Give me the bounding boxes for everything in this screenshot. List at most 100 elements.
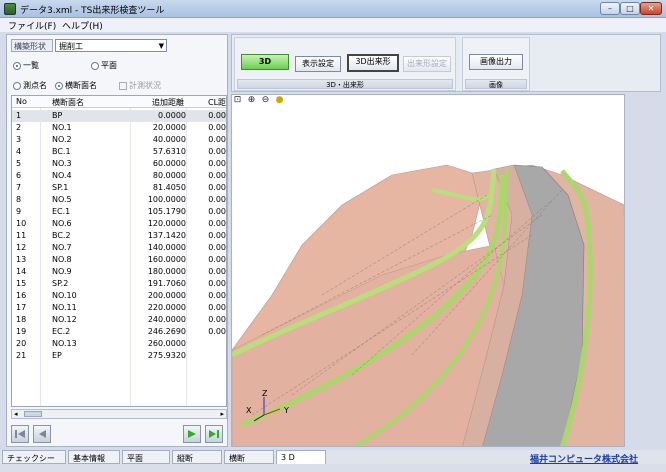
table-row[interactable]: 9 EC.1 105.1790 0.00 [12, 206, 226, 218]
last-button[interactable] [205, 425, 223, 443]
light-icon[interactable]: ● [274, 95, 285, 106]
fit-icon[interactable]: ⊡ [232, 95, 243, 106]
table-row[interactable]: 13 NO.8 160.0000 0.00 [12, 254, 226, 266]
display-settings-button[interactable]: 表示設定 [295, 56, 341, 72]
table-cell: 8 [16, 195, 22, 204]
table-cell: 160.0000 [147, 255, 186, 264]
table-row[interactable]: 7 SP.1 81.4050 0.00 [12, 182, 226, 194]
table-cell: 240.0000 [147, 315, 186, 324]
menu-help[interactable]: ヘルプ(H) [62, 19, 103, 32]
table-row[interactable]: 21 EP 275.9320 [12, 350, 226, 362]
table-cell: NO.4 [52, 171, 72, 180]
header-added-distance[interactable]: 追加距離 [152, 97, 184, 108]
table-cell: 0.00 [208, 147, 226, 156]
table-cell: 0.00 [208, 159, 226, 168]
measure-status-checkbox[interactable]: 計測状況 [119, 80, 161, 91]
tab-cross-section[interactable]: 横断 [224, 450, 274, 464]
table-cell: 18 [16, 315, 27, 324]
table-row[interactable]: 10 NO.6 120.0000 0.00 [12, 218, 226, 230]
table-row[interactable]: 4 BC.1 57.6310 0.00 [12, 146, 226, 158]
horizontal-scrollbar[interactable]: ◂ ▸ [11, 409, 227, 419]
zoom-out-icon[interactable]: ⊖ [260, 95, 271, 106]
checkbox-box [119, 81, 127, 90]
3d-viewport[interactable]: X Y Z [231, 94, 625, 447]
image-output-button[interactable]: 画像出力 [469, 54, 523, 70]
menu-bar: ファイル(F) ヘルプ(H) [0, 18, 666, 32]
radio-label: 一覧 [23, 61, 39, 70]
radio-plan-view[interactable]: 平面 [91, 60, 117, 71]
header-no[interactable]: No [16, 97, 27, 106]
dekigata-3d-button[interactable]: 3D出来形 [347, 54, 399, 72]
scroll-left-icon[interactable]: ◂ [14, 410, 18, 418]
type-select[interactable]: 掘削工 ▼ [55, 39, 167, 52]
table-cell: 0.00 [208, 315, 226, 324]
table-row[interactable]: 12 NO.7 140.0000 0.00 [12, 242, 226, 254]
toolbar: 3D 表示設定 3D出来形 出来形設定 3D・出来形 画像出力 画像 [231, 34, 661, 92]
3d-model-render: X Y Z [232, 164, 624, 446]
previous-button[interactable] [33, 425, 51, 443]
tab-basic-info[interactable]: 基本情報 [68, 450, 120, 464]
radio-label: 測点名 [23, 81, 47, 90]
table-cell: 20 [16, 339, 27, 348]
table-cell: 0.00 [208, 207, 226, 216]
tab-checksheet[interactable]: チェックシート [2, 450, 66, 472]
scroll-thumb[interactable] [24, 411, 42, 417]
radio-list-view[interactable]: 一覧 [13, 60, 39, 71]
table-cell: 180.0000 [147, 267, 186, 276]
zoom-in-icon[interactable]: ⊕ [246, 95, 257, 106]
table-cell: 0.00 [208, 243, 226, 252]
table-row[interactable]: 8 NO.5 100.0000 0.00 [12, 194, 226, 206]
table-row[interactable]: 2 NO.1 20.0000 0.00 [12, 122, 226, 134]
table-row[interactable]: 18 NO.12 240.0000 0.00 [12, 314, 226, 326]
table-cell: 0.00 [208, 231, 226, 240]
table-cell: BC.1 [52, 147, 71, 156]
table-cell: 246.2690 [147, 327, 186, 336]
minimize-button[interactable]: – [600, 2, 620, 15]
tab-plan[interactable]: 平面 [122, 450, 170, 464]
menu-file[interactable]: ファイル(F) [8, 19, 56, 32]
table-row[interactable]: 3 NO.2 40.0000 0.00 [12, 134, 226, 146]
table-row[interactable]: 6 NO.4 80.0000 0.00 [12, 170, 226, 182]
table-cell: 0.00 [208, 255, 226, 264]
axis-x-label: X [246, 406, 252, 415]
table-cell: 57.6310 [152, 147, 186, 156]
table-cell: 0.00 [208, 123, 226, 132]
table-cell: 21 [16, 351, 27, 360]
table-cell: SP.1 [52, 183, 69, 192]
header-section-name[interactable]: 横断面名 [52, 97, 84, 108]
table-row[interactable]: 17 NO.11 220.0000 0.00 [12, 302, 226, 314]
table-row[interactable]: 1 BP 0.0000 0.00 [12, 110, 226, 122]
tab-longitudinal[interactable]: 縦断 [172, 450, 222, 464]
group-3d-dekigata: 3D 表示設定 3D出来形 出来形設定 3D・出来形 [234, 37, 456, 91]
table-row[interactable]: 15 SP.2 191.7060 0.00 [12, 278, 226, 290]
close-button[interactable]: ✕ [640, 2, 662, 15]
header-cl-distance[interactable]: CL距 [208, 97, 226, 108]
app-icon [4, 3, 16, 15]
table-row[interactable]: 20 NO.13 260.0000 [12, 338, 226, 350]
dekigata-settings-button[interactable]: 出来形設定 [403, 56, 451, 72]
next-button[interactable] [183, 425, 201, 443]
table-cell: 200.0000 [147, 291, 186, 300]
first-button[interactable] [11, 425, 29, 443]
radio-section-name[interactable]: 横断面名 [55, 80, 97, 91]
table-cell: 137.1420 [147, 231, 186, 240]
table-row[interactable]: 14 NO.9 180.0000 0.00 [12, 266, 226, 278]
table-cell: 0.00 [208, 303, 226, 312]
table-cell: 1 [16, 111, 22, 120]
table-row[interactable]: 11 BC.2 137.1420 0.00 [12, 230, 226, 242]
maximize-button[interactable]: □ [620, 2, 640, 15]
table-row[interactable]: 19 EC.2 246.2690 0.00 [12, 326, 226, 338]
table-cell: NO.6 [52, 219, 72, 228]
table-row[interactable]: 5 NO.3 60.0000 0.00 [12, 158, 226, 170]
group-image: 画像出力 画像 [462, 37, 530, 91]
table-row[interactable]: 16 NO.10 200.0000 0.00 [12, 290, 226, 302]
table-cell: 105.1790 [147, 207, 186, 216]
table-cell: 0.00 [208, 195, 226, 204]
tab-3d[interactable]: 3 D [276, 450, 326, 464]
view-3d-button[interactable]: 3D [241, 54, 289, 70]
scroll-right-icon[interactable]: ▸ [220, 410, 224, 418]
radio-point-name[interactable]: 測点名 [13, 80, 47, 91]
table-cell: 12 [16, 243, 27, 252]
table-cell: NO.10 [52, 291, 77, 300]
table-cell: NO.3 [52, 159, 72, 168]
